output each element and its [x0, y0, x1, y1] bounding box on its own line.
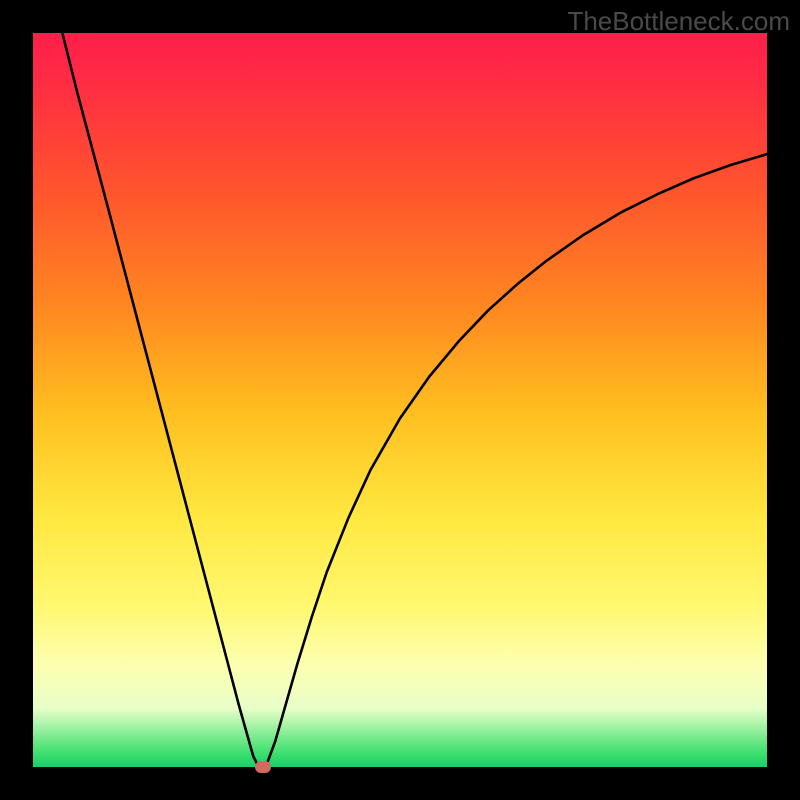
bottleneck-curve: [33, 33, 767, 767]
optimum-marker: [255, 761, 271, 773]
watermark-text: TheBottleneck.com: [567, 6, 790, 37]
